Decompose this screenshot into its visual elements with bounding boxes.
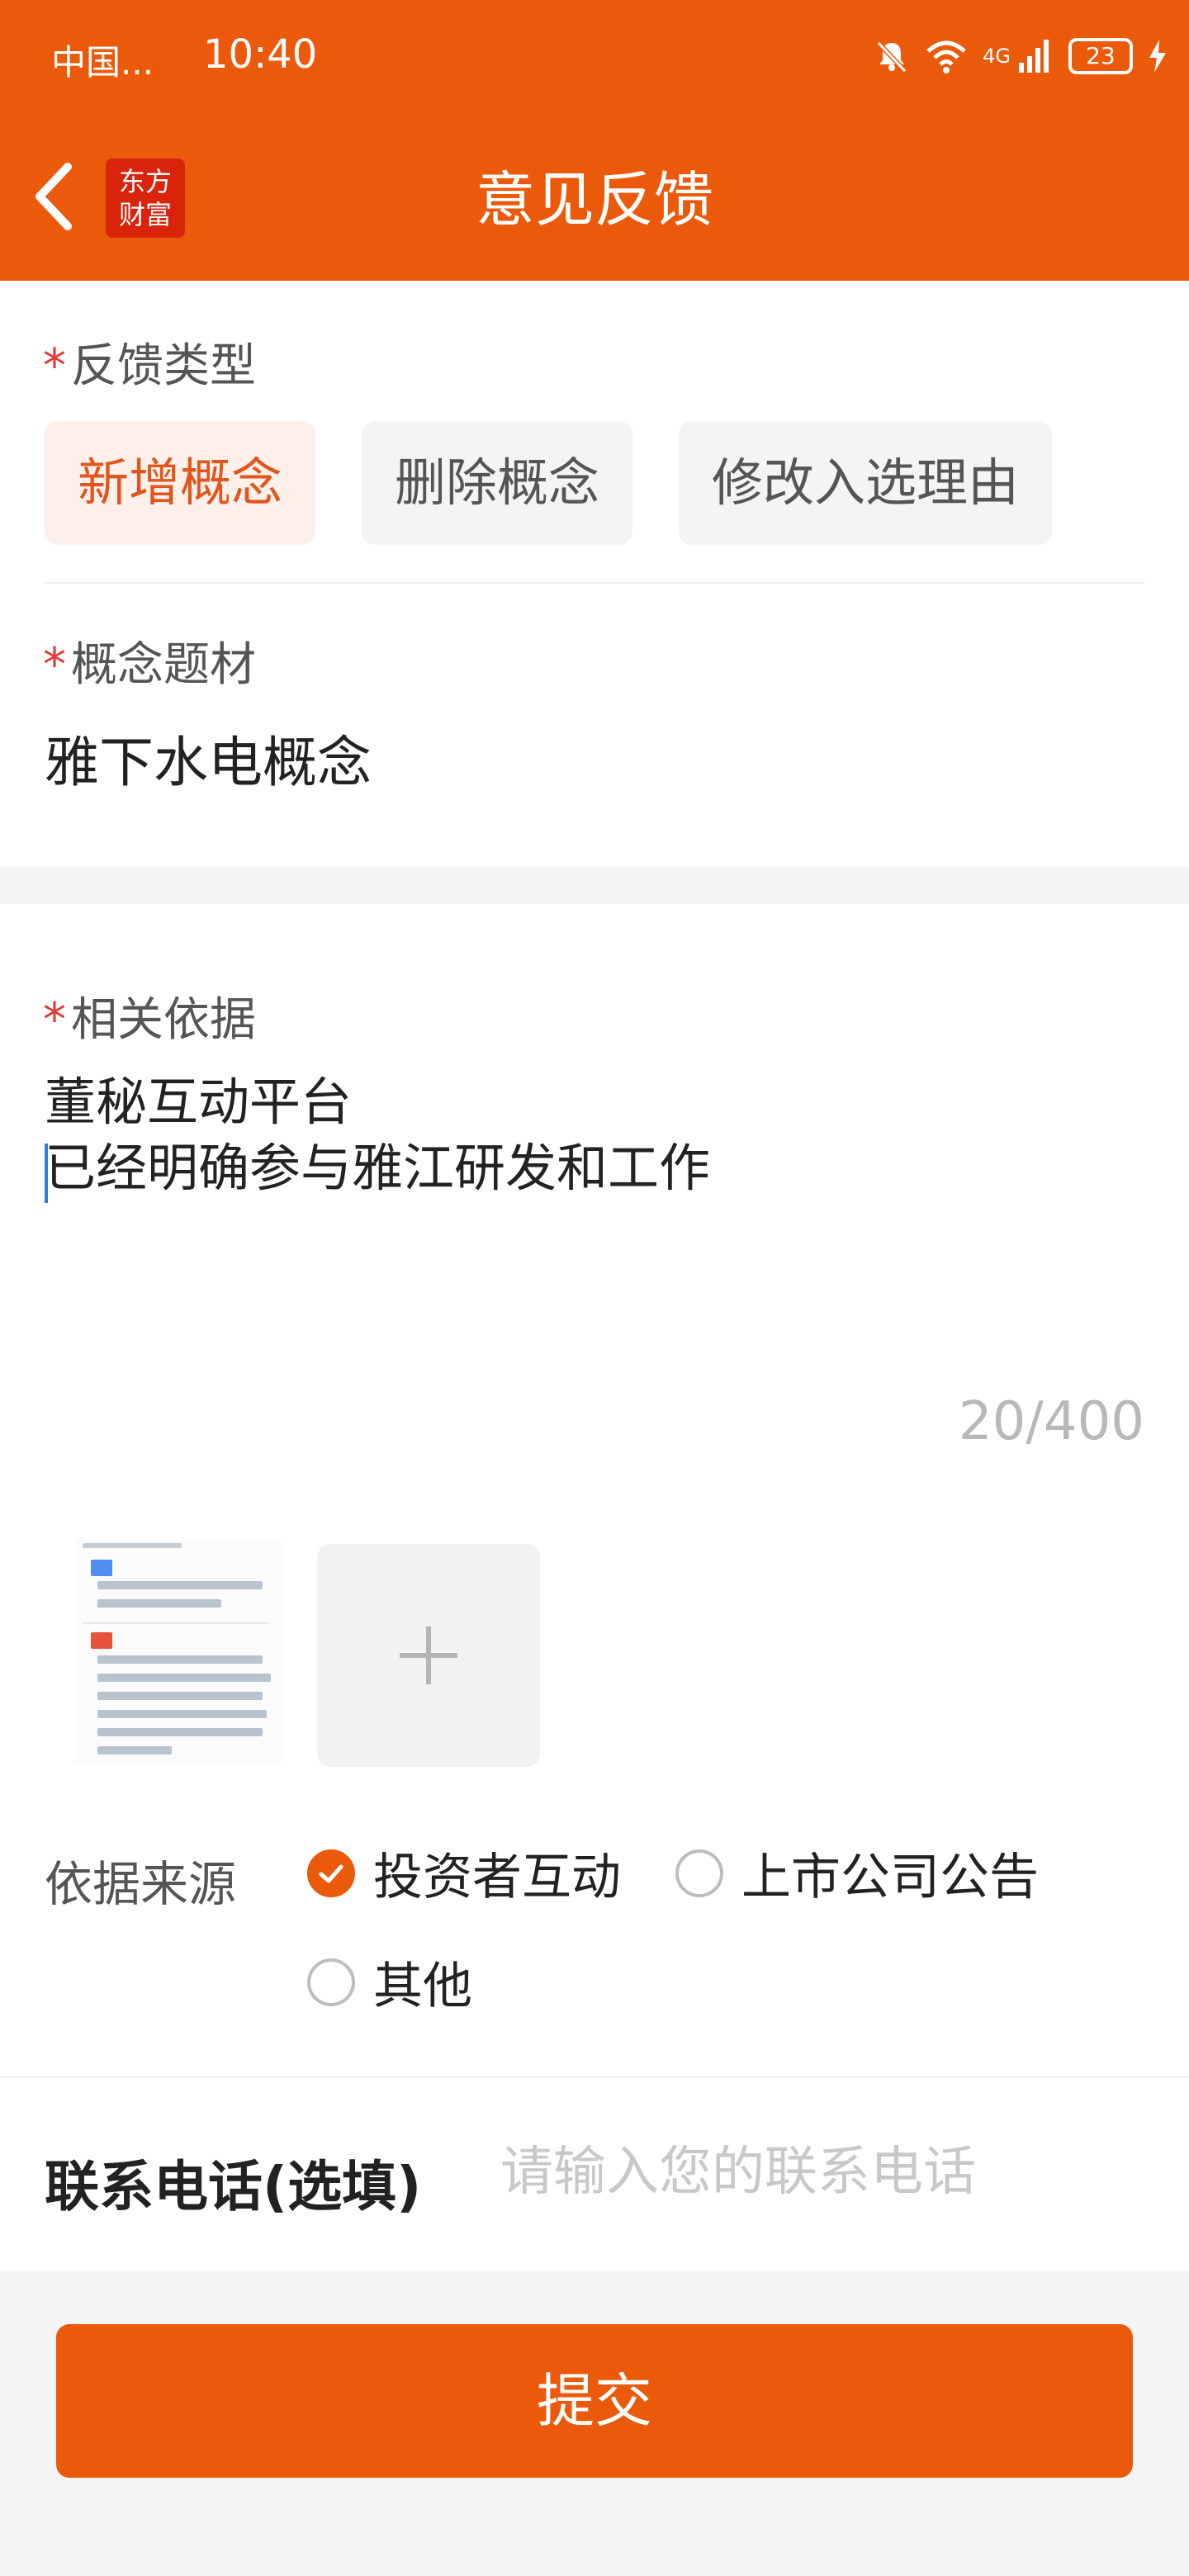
basis-text-line1: 董秘互动平台 — [45, 1072, 353, 1132]
divider — [45, 582, 1144, 584]
source-option-label: 其他 — [373, 1958, 472, 2015]
wifi-icon — [926, 40, 966, 73]
charging-icon — [1149, 40, 1166, 73]
type-option-modify-reason[interactable]: 修改入选理由 — [679, 421, 1053, 545]
type-concept-card: * 反馈类型 新增概念 删除概念 修改入选理由 * 概念题材 雅下水电概念 — [0, 281, 1189, 867]
basis-text-line2: 已经明确参与雅江研发和工作 — [45, 1138, 711, 1198]
header-bar: 中国... 10:40 4G 23 东方 财富 意见反馈 — [0, 0, 1189, 281]
source-option-other[interactable]: 其他 — [307, 1946, 472, 2018]
status-bar: 中国... 10:40 4G 23 — [0, 0, 1189, 116]
source-option-label: 上市公司公告 — [741, 1849, 1039, 1906]
nav-bar: 东方 财富 意见反馈 — [0, 116, 1189, 281]
feedback-type-options: 新增概念 删除概念 修改入选理由 — [45, 421, 1053, 545]
text-cursor — [45, 1144, 48, 1203]
required-mark: * — [43, 993, 66, 1047]
concept-value[interactable]: 雅下水电概念 — [45, 718, 372, 798]
type-option-add-concept[interactable]: 新增概念 — [45, 421, 316, 545]
radio-unchecked-icon[interactable] — [675, 1849, 723, 1897]
concept-label: * 概念题材 — [43, 627, 256, 694]
basis-label-text: 相关依据 — [71, 993, 256, 1047]
add-image-button[interactable] — [317, 1544, 540, 1767]
feedback-type-label-text: 反馈类型 — [71, 339, 256, 393]
mute-bell-icon — [876, 40, 907, 73]
plus-icon — [400, 1627, 457, 1684]
divider — [0, 2076, 1189, 2078]
basis-textarea[interactable]: 董秘互动平台 已经明确参与雅江研发和工作 — [45, 1069, 710, 1201]
status-icons: 4G 23 — [874, 31, 1168, 81]
source-option-investor[interactable]: 投资者互动 — [307, 1837, 621, 1909]
status-time: 10:40 — [203, 31, 318, 78]
phone-label: 联系电话(选填) — [45, 2155, 422, 2218]
carrier-name: 中国... — [51, 42, 154, 83]
basis-label: * 相关依据 — [43, 983, 256, 1049]
submit-button[interactable]: 提交 — [56, 2324, 1133, 2478]
radio-checked-icon[interactable] — [307, 1849, 355, 1897]
source-option-label: 投资者互动 — [373, 1849, 621, 1906]
page-title: 意见反馈 — [475, 165, 713, 234]
feedback-type-label: * 反馈类型 — [43, 329, 256, 395]
phone-input[interactable] — [499, 2134, 1163, 2210]
char-counter: 20/400 — [958, 1391, 1144, 1452]
type-option-delete-concept[interactable]: 删除概念 — [362, 421, 633, 545]
required-mark: * — [43, 638, 66, 692]
network-type: 4G — [983, 45, 1011, 68]
required-mark: * — [43, 339, 66, 393]
signal-icon — [1019, 40, 1049, 73]
source-option-announcement[interactable]: 上市公司公告 — [675, 1837, 1039, 1909]
attached-image-thumbnail[interactable] — [76, 1540, 282, 1763]
source-label: 依据来源 — [45, 1856, 237, 1912]
battery-indicator: 23 — [1068, 38, 1133, 74]
concept-label-text: 概念题材 — [71, 638, 256, 692]
basis-card: *相关依据 董秘互动平台 已经明确参与雅江研发和工作 20/400 依据来源 — [0, 904, 1189, 2271]
radio-unchecked-icon[interactable] — [307, 1958, 355, 2006]
